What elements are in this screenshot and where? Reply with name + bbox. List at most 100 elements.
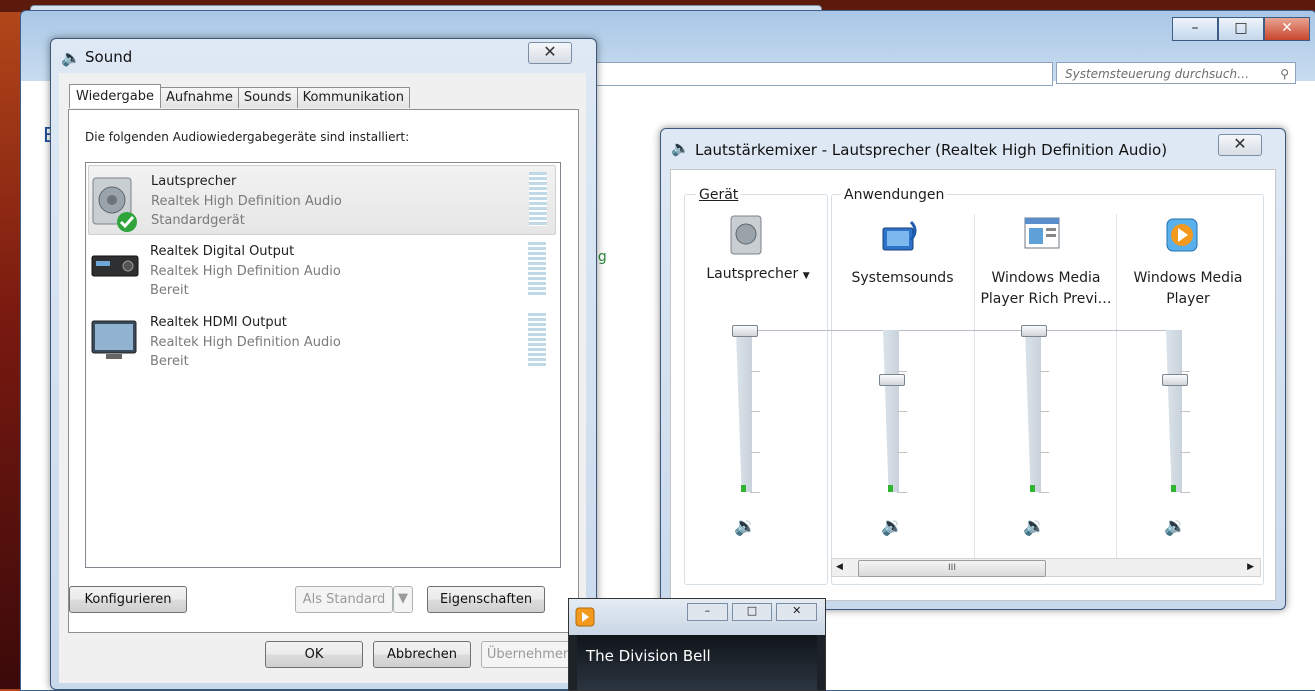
tab-strip: Wiedergabe Aufnahme Sounds Kommunikation bbox=[69, 84, 410, 108]
mute-speaker-icon[interactable]: 🔉 bbox=[734, 516, 756, 537]
device-driver: Realtek High Definition Audio bbox=[150, 264, 341, 279]
volume-tick bbox=[1180, 492, 1190, 493]
scroll-right-icon[interactable]: ▶ bbox=[1247, 559, 1254, 576]
speaker-icon: 🔈 bbox=[61, 48, 81, 67]
channel-label-wmp-rich-preview: Windows Media Player Rich Previ… bbox=[980, 270, 1112, 307]
search-icon[interactable]: ⚲ bbox=[1280, 63, 1289, 85]
properties-button[interactable]: Eigenschaften bbox=[427, 586, 545, 613]
device-status: Standardgerät bbox=[151, 213, 245, 228]
ok-button[interactable]: OK bbox=[265, 641, 363, 668]
restore-button[interactable]: □ bbox=[731, 603, 773, 621]
speaker-device-icon bbox=[730, 215, 762, 255]
apply-button[interactable]: Übernehmen bbox=[481, 641, 577, 668]
wmp-rich-preview-icon bbox=[1024, 217, 1060, 249]
volume-tick bbox=[1180, 451, 1190, 453]
channel-label-wmp: Windows Media Player bbox=[1133, 270, 1243, 307]
minimize-button[interactable]: – bbox=[687, 603, 728, 621]
volume-tick bbox=[1180, 370, 1190, 372]
device-group-label: Gerät bbox=[696, 187, 742, 203]
minimize-button[interactable]: – bbox=[1172, 17, 1218, 41]
system-sounds-icon bbox=[882, 220, 917, 251]
tab-communication[interactable]: Kommunikation bbox=[296, 87, 410, 108]
sound-dialog-title: Sound bbox=[85, 48, 133, 66]
mini-titlebar: – □ ✕ bbox=[569, 599, 825, 635]
mixer-close-button[interactable]: ✕ bbox=[1218, 134, 1262, 156]
mute-speaker-icon[interactable]: 🔉 bbox=[1023, 516, 1045, 537]
mixer-title: Lautstärkemixer - Lautsprecher (Realtek … bbox=[695, 141, 1168, 159]
chevron-down-icon: ▼ bbox=[802, 271, 810, 281]
channel-label-speakers[interactable]: Lautsprecher ▼ bbox=[691, 264, 825, 287]
volume-slider-thumb[interactable] bbox=[1162, 373, 1188, 386]
windows-media-player-icon bbox=[1166, 218, 1198, 252]
master-volume-line bbox=[757, 330, 1181, 331]
configure-button[interactable]: Konfigurieren bbox=[69, 586, 187, 613]
now-playing-title: The Division Bell bbox=[586, 647, 711, 665]
peak-meter bbox=[1030, 485, 1035, 492]
close-button[interactable]: ✕ bbox=[1264, 17, 1310, 41]
volume-tick bbox=[897, 411, 907, 412]
volume-tick bbox=[750, 370, 760, 372]
volume-mixer-window: 🔈 Lautstärkemixer - Lautsprecher (Realte… bbox=[660, 128, 1286, 610]
mute-speaker-icon[interactable]: 🔉 bbox=[881, 516, 903, 537]
device-status: Bereit bbox=[150, 354, 189, 369]
peak-meter bbox=[741, 485, 746, 492]
set-default-dropdown-icon[interactable]: ▼ bbox=[393, 586, 413, 613]
volume-slider-thumb[interactable] bbox=[732, 325, 758, 337]
search-placeholder: Systemsteuerung durchsuch… bbox=[1065, 67, 1250, 81]
list-item-digital-output[interactable]: Realtek Digital Output Realtek High Defi… bbox=[88, 236, 554, 304]
device-name: Lautsprecher bbox=[151, 174, 237, 189]
device-driver: Realtek High Definition Audio bbox=[151, 194, 342, 209]
volume-tick bbox=[1039, 492, 1049, 493]
playback-panel: Die folgenden Audiowiedergabegeräte sind… bbox=[68, 109, 579, 633]
list-item-speakers[interactable]: Lautsprecher Realtek High Definition Aud… bbox=[88, 165, 556, 235]
volume-tick bbox=[897, 451, 907, 453]
media-player-mini-window: – □ ✕ The Division Bell bbox=[568, 598, 826, 691]
level-meter bbox=[528, 242, 546, 296]
windows-media-player-icon bbox=[575, 607, 595, 627]
volume-tick bbox=[1180, 411, 1190, 412]
volume-tick bbox=[897, 370, 907, 372]
channel-divider bbox=[1116, 214, 1117, 558]
speaker-icon: 🔈 bbox=[671, 139, 690, 157]
volume-tick bbox=[1039, 451, 1049, 453]
channel-divider bbox=[974, 214, 975, 558]
level-meter bbox=[528, 313, 546, 367]
device-list: Lautsprecher Realtek High Definition Aud… bbox=[85, 162, 561, 568]
search-input[interactable]: Systemsteuerung durchsuch… ⚲ bbox=[1056, 62, 1296, 84]
device-status: Bereit bbox=[150, 283, 189, 298]
device-name: Realtek HDMI Output bbox=[150, 315, 287, 330]
volume-slider-thumb[interactable] bbox=[1021, 325, 1047, 337]
scroll-left-icon[interactable]: ◀ bbox=[836, 559, 843, 576]
mini-window-buttons: – □ ✕ bbox=[687, 603, 818, 621]
speaker-device-icon bbox=[92, 177, 137, 232]
volume-tick bbox=[750, 411, 760, 412]
intro-text: Die folgenden Audiowiedergabegeräte sind… bbox=[85, 130, 410, 144]
peak-meter bbox=[888, 485, 893, 492]
level-meter bbox=[529, 172, 547, 226]
sound-dialog: 🔈 Sound ✕ Wiedergabe Aufnahme Sounds Kom… bbox=[50, 38, 597, 690]
tab-sounds[interactable]: Sounds bbox=[237, 87, 298, 108]
scroll-thumb[interactable]: III bbox=[858, 560, 1046, 577]
tab-playback[interactable]: Wiedergabe bbox=[69, 84, 162, 108]
volume-tick bbox=[750, 451, 760, 453]
mute-speaker-icon[interactable]: 🔉 bbox=[1164, 516, 1186, 537]
maximize-button[interactable]: □ bbox=[1218, 17, 1264, 41]
list-item-hdmi-output[interactable]: Realtek HDMI Output Realtek High Definit… bbox=[88, 307, 554, 375]
volume-tick bbox=[750, 492, 760, 493]
device-driver: Realtek High Definition Audio bbox=[150, 335, 341, 350]
monitor-device-icon bbox=[91, 320, 137, 359]
receiver-device-icon bbox=[91, 255, 139, 277]
control-panel-window-buttons: – □ ✕ bbox=[1172, 17, 1310, 41]
cancel-button[interactable]: Abbrechen bbox=[373, 641, 471, 668]
sound-close-button[interactable]: ✕ bbox=[528, 42, 572, 64]
close-button[interactable]: ✕ bbox=[776, 603, 818, 621]
device-name: Realtek Digital Output bbox=[150, 244, 295, 259]
volume-tick bbox=[897, 492, 907, 493]
peak-meter bbox=[1171, 485, 1176, 492]
set-default-button[interactable]: Als Standard bbox=[295, 586, 393, 613]
horizontal-scrollbar[interactable]: ◀ III ▶ bbox=[831, 558, 1261, 577]
tab-recording[interactable]: Aufnahme bbox=[160, 87, 239, 108]
channel-label-system-sounds: Systemsounds bbox=[851, 270, 954, 286]
volume-slider-thumb[interactable] bbox=[879, 373, 905, 386]
volume-tick bbox=[1039, 370, 1049, 372]
